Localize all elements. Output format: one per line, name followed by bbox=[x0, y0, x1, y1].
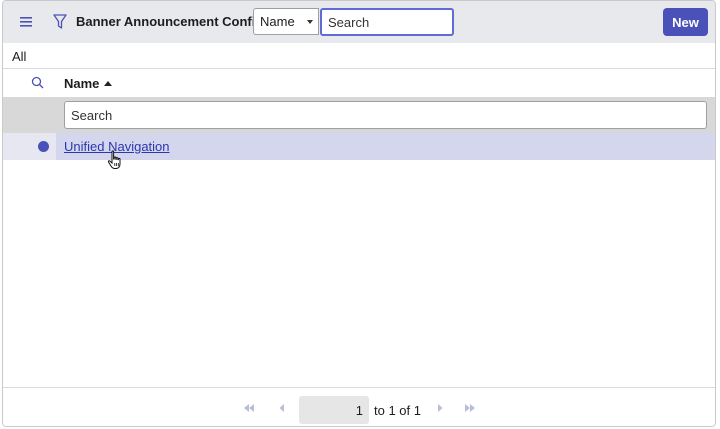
row-gutter bbox=[3, 97, 56, 133]
chevron-down-icon bbox=[307, 20, 313, 24]
next-page-icon[interactable] bbox=[433, 402, 447, 414]
column-header-row: Name bbox=[3, 69, 715, 98]
column-header-name[interactable]: Name bbox=[64, 76, 99, 91]
last-page-icon[interactable] bbox=[463, 402, 477, 414]
cursor-hand-icon bbox=[107, 150, 123, 170]
pagination-bar: to 1 of 1 bbox=[3, 387, 715, 426]
field-select-value: Name bbox=[260, 14, 295, 29]
previous-page-icon[interactable] bbox=[275, 402, 289, 414]
list-header: Banner Announcement Configs Name New bbox=[3, 1, 715, 44]
list-view: Banner Announcement Configs Name New All… bbox=[2, 0, 716, 427]
page-number-input[interactable] bbox=[299, 396, 369, 424]
sort-ascending-icon[interactable] bbox=[104, 81, 112, 86]
filter-icon[interactable] bbox=[51, 12, 69, 32]
new-button[interactable]: New bbox=[663, 8, 708, 36]
search-input[interactable] bbox=[320, 8, 454, 36]
first-page-icon[interactable] bbox=[242, 402, 256, 414]
breadcrumb-bar: All bbox=[3, 43, 715, 69]
breadcrumb-all[interactable]: All bbox=[12, 49, 26, 64]
page-title: Banner Announcement Configs bbox=[76, 14, 271, 29]
name-column-search-input[interactable] bbox=[64, 101, 707, 129]
record-indicator-icon[interactable] bbox=[38, 141, 49, 152]
column-search-row bbox=[3, 97, 715, 133]
field-select[interactable]: Name bbox=[253, 8, 319, 35]
menu-icon[interactable] bbox=[17, 13, 35, 31]
page-info: to 1 of 1 bbox=[374, 403, 421, 418]
search-icon[interactable] bbox=[30, 75, 44, 89]
